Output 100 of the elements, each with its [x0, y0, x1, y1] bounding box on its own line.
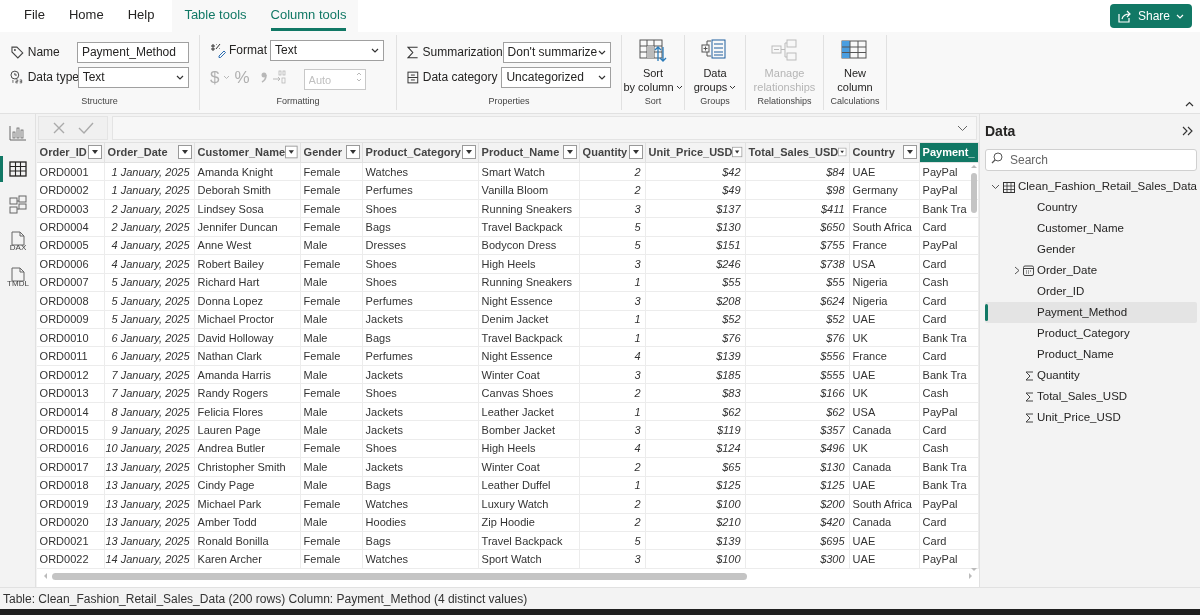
table-cell: High Heels — [478, 255, 580, 273]
table-cell: 4 January, 2025 — [104, 236, 195, 255]
table-cell: Michael Park — [194, 495, 301, 513]
data-category-dropdown[interactable]: Uncategorized — [501, 66, 611, 88]
field-label: Name — [27, 44, 61, 62]
share-button[interactable]: Share — [1109, 4, 1192, 28]
vertical-scrollbar[interactable] — [969, 164, 979, 572]
column-header[interactable]: Gender — [300, 143, 363, 162]
field-item[interactable]: Payment_Method — [985, 302, 1197, 323]
table-cell: Travel Backpack — [478, 329, 580, 347]
filter-dropdown-icon[interactable] — [345, 145, 360, 160]
table-cell: 3 — [579, 421, 646, 439]
column-header[interactable]: Order_ID — [36, 143, 105, 162]
table-cell: 2 — [579, 181, 646, 199]
table-cell: $185 — [645, 365, 746, 384]
table-cell: $210 — [645, 513, 746, 531]
ribbon-button[interactable]: Data groups — [685, 35, 745, 95]
group-label: Structure — [80, 94, 119, 108]
table-cell: 1 — [579, 476, 646, 495]
table-cell: Male — [300, 402, 363, 421]
tree-item[interactable]: Clean_Fashion_Retail_Sales_Data — [985, 177, 1197, 197]
table-cell: Leather Jacket — [478, 402, 580, 421]
ribbon-button[interactable]: New column — [824, 35, 886, 95]
group-label: Formatting — [275, 94, 321, 108]
sort-table-icon — [639, 39, 667, 63]
field-item[interactable]: Order_ID — [985, 281, 1197, 302]
table-cell: 2 January, 2025 — [104, 199, 195, 218]
expand-pane-icon[interactable] — [1182, 126, 1193, 136]
field-item[interactable]: Product_Name — [985, 344, 1197, 365]
table-cell: Shoes — [362, 255, 479, 273]
table-cell: Male — [300, 513, 363, 531]
pane-title: Data — [985, 121, 1016, 141]
table-cell: Card — [919, 421, 979, 439]
menu-tab[interactable]: Home — [56, 0, 116, 32]
column-header[interactable]: Unit_Price_USD — [645, 143, 746, 162]
table-cell: Jackets — [362, 421, 479, 439]
summarization-dropdown[interactable]: Don't summarize — [502, 41, 611, 63]
menu-tab[interactable]: File — [12, 0, 57, 32]
field-item[interactable]: Quantity — [985, 365, 1197, 386]
column-header[interactable]: Quantity — [579, 143, 646, 162]
table-cell: 7 January, 2025 — [104, 365, 195, 384]
table-cell: Female — [300, 199, 363, 218]
filter-dropdown-icon[interactable] — [87, 145, 102, 160]
field-item[interactable]: Total_Sales_USD — [985, 386, 1197, 407]
table-cell: Male — [300, 421, 363, 439]
column-header[interactable]: Product_Category — [362, 143, 479, 162]
search-field[interactable]: Search — [985, 149, 1197, 171]
field-item[interactable]: Customer_Name — [985, 218, 1197, 239]
table-cell: South Africa — [849, 495, 920, 513]
field-item[interactable]: Order_Date — [985, 260, 1197, 281]
table-cell: Deborah Smith — [194, 181, 301, 199]
menu-tab[interactable]: Column tools — [258, 0, 359, 32]
table-cell: $42 — [645, 162, 746, 181]
column-header[interactable]: Customer_Name — [194, 143, 301, 162]
name-field[interactable]: Payment_Method — [76, 41, 189, 63]
table-cell: 4 January, 2025 — [104, 255, 195, 273]
table-cell: ORD0021 — [36, 532, 105, 550]
nav-button[interactable]: TMDL — [0, 264, 35, 290]
table-cell: UK — [849, 384, 920, 402]
collapse-ribbon-icon[interactable] — [1185, 101, 1194, 107]
filter-dropdown-icon[interactable] — [177, 145, 192, 160]
table-cell: $84 — [745, 162, 850, 181]
filter-dropdown-icon[interactable] — [902, 145, 917, 160]
table-cell: Canada — [849, 513, 920, 531]
column-header[interactable]: Total_Sales_USD — [745, 143, 850, 162]
table-cell: Jackets — [362, 310, 479, 329]
column-header[interactable]: Product_Name — [478, 143, 580, 162]
table-cell: ORD0022 — [36, 550, 105, 568]
table-cell: Canada — [849, 458, 920, 476]
share-icon — [1117, 9, 1132, 23]
menu-tab[interactable]: Table tools — [172, 0, 259, 32]
filter-dropdown-icon[interactable] — [285, 145, 298, 160]
menu-tab[interactable]: Help — [115, 0, 167, 32]
table-cell: Sport Watch — [478, 550, 580, 568]
table-cell: Lindsey Sosa — [194, 199, 301, 218]
filter-dropdown-icon[interactable] — [562, 145, 577, 160]
comma-style-icon — [259, 71, 268, 84]
field-item[interactable]: Country — [985, 197, 1197, 218]
column-header[interactable]: Order_Date — [104, 143, 195, 162]
category-icon — [407, 70, 419, 84]
table-cell: $695 — [745, 532, 850, 550]
ribbon-button[interactable]: Sort by column — [622, 35, 684, 95]
table-cell: Running Sneakers — [478, 273, 580, 292]
data-type-dropdown[interactable]: Text — [77, 66, 189, 88]
nav-button[interactable]: DAX — [0, 228, 35, 254]
column-header[interactable]: Country — [849, 143, 920, 162]
table-cell: ORD0005 — [36, 236, 105, 255]
filter-dropdown-icon[interactable] — [628, 145, 643, 160]
field-item[interactable]: Product_Category — [985, 323, 1197, 344]
table-cell: $139 — [645, 532, 746, 550]
field-item[interactable]: Unit_Price_USD — [985, 407, 1197, 428]
filter-dropdown-icon[interactable] — [461, 145, 476, 160]
table-cell: Jennifer Duncan — [194, 218, 301, 236]
table-cell: 4 — [579, 347, 646, 365]
table-icon — [1003, 181, 1015, 193]
field-item[interactable]: Gender — [985, 239, 1197, 260]
column-header[interactable]: Payment_ — [919, 143, 979, 162]
table-cell: UAE — [849, 365, 920, 384]
table-cell: Luxury Watch — [478, 495, 580, 513]
table-cell: Nigeria — [849, 292, 920, 310]
